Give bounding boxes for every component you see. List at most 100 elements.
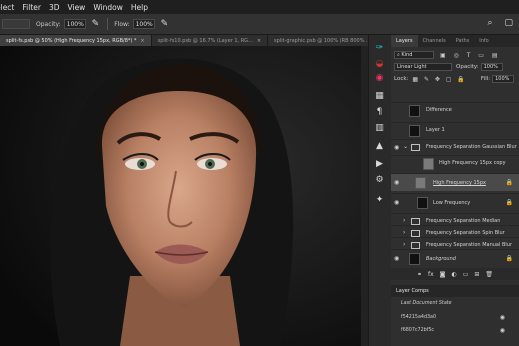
- menu-window[interactable]: Window: [93, 3, 123, 12]
- fx-icon[interactable]: fx: [428, 271, 434, 278]
- document-canvas[interactable]: [0, 46, 361, 346]
- fill-label: Fill:: [480, 76, 491, 82]
- folder-icon: [411, 218, 420, 225]
- menu-view[interactable]: View: [68, 3, 86, 12]
- layer-name: Layer 1: [426, 127, 445, 133]
- layer-fill-field[interactable]: 100%: [492, 75, 515, 83]
- lock-icon: 🔒: [505, 199, 513, 206]
- layer-comp-item[interactable]: f54215a4d3a0 ◉: [391, 312, 519, 324]
- mask-icon[interactable]: ◙: [440, 271, 446, 278]
- eye-icon[interactable]: ◉: [500, 327, 505, 334]
- layer-comp-name: f54215a4d3a0: [401, 315, 437, 320]
- trash-icon[interactable]: 🗑: [485, 271, 493, 278]
- layer-row-selected[interactable]: ◉ High Frequency 15px 🔒: [391, 173, 519, 191]
- chevron-down-icon[interactable]: ⌄: [403, 143, 408, 150]
- flow-field[interactable]: 100%: [132, 19, 155, 29]
- filter-kind-value: Kind: [401, 52, 413, 58]
- layer-row[interactable]: ◉ Low Frequency 🔒: [391, 193, 519, 211]
- layer-thumbnail: [409, 125, 420, 137]
- blend-row: Linear Light Opacity: 100%: [391, 61, 519, 73]
- tab-split-fs10[interactable]: split-fs10.psb @ 16.7% (Layer 1, RG... ×: [151, 35, 269, 46]
- filter-kind-select[interactable]: ⌕ Kind: [394, 51, 434, 59]
- adjustment-icon[interactable]: ◐: [451, 271, 456, 278]
- lock-icon: 🔒: [505, 255, 513, 262]
- folder-icon: [411, 242, 420, 249]
- brush-settings-icon[interactable]: ✑: [373, 43, 386, 54]
- layer-opacity-field[interactable]: 100%: [480, 63, 503, 71]
- folder-icon: [411, 144, 420, 151]
- tab-layers[interactable]: Layers: [391, 35, 418, 47]
- eye-icon[interactable]: ◉: [394, 144, 401, 151]
- lock-label: Lock:: [394, 76, 409, 82]
- tab-info[interactable]: Info: [474, 35, 493, 47]
- play-actions-icon[interactable]: ▶: [373, 159, 386, 170]
- swatches-icon[interactable]: ◉: [373, 73, 386, 84]
- filter-type-icons[interactable]: ▣ ◎ T ▭ ▤: [440, 52, 501, 59]
- panel-icon-strip: ✑ ◒ ◉ ▦ ¶ ▥ ▲ ▶ ⚙ ✦: [368, 35, 392, 346]
- eye-icon[interactable]: ◉: [394, 255, 401, 262]
- adjustments-icon[interactable]: ⚙: [373, 175, 386, 186]
- layer-row[interactable]: ◉ Background 🔒: [391, 249, 519, 267]
- workspace-icon[interactable]: ▢: [504, 18, 513, 28]
- eye-icon[interactable]: ◉: [394, 199, 401, 206]
- layer-comp-item[interactable]: Last Document State: [391, 298, 519, 310]
- layer-group-row[interactable]: ◉ ⌄ Frequency Separation Gaussian Blur: [391, 139, 519, 155]
- menu-filter[interactable]: Filter: [22, 3, 41, 12]
- menu-help[interactable]: Help: [131, 3, 148, 12]
- layer-thumbnail: [409, 105, 420, 117]
- history-icon[interactable]: ▲: [373, 141, 386, 152]
- lock-icons[interactable]: ▦ ✎ ✥ ▢ 🔒: [412, 76, 467, 83]
- layer-thumbnail: [423, 158, 434, 170]
- menu-select[interactable]: elect: [0, 3, 14, 12]
- pressure-opacity-icon[interactable]: ✎: [92, 19, 100, 29]
- paragraph-icon[interactable]: ✦: [373, 195, 386, 206]
- chevron-right-icon[interactable]: ›: [403, 229, 405, 236]
- close-icon[interactable]: ×: [257, 38, 261, 44]
- layer-actions-bar: ⚭ fx ◙ ◐ ▭ ⊞ 🗑: [391, 268, 519, 280]
- divider: [107, 18, 109, 30]
- airbrush-icon[interactable]: ✎: [161, 19, 169, 29]
- layer-name: High Frequency 15px: [433, 180, 486, 186]
- eye-icon[interactable]: ◉: [394, 179, 401, 186]
- link-icon[interactable]: ⚭: [417, 271, 422, 278]
- panel-tabs: Layers Channels Paths Info: [391, 35, 519, 47]
- color-wheel-icon[interactable]: ◒: [373, 59, 386, 70]
- new-group-icon[interactable]: ▭: [463, 271, 469, 278]
- search-icon[interactable]: ⌕: [487, 18, 492, 28]
- chevron-right-icon[interactable]: ›: [403, 241, 405, 248]
- lock-icon: 🔒: [505, 179, 513, 186]
- layer-name: Background: [426, 256, 456, 262]
- flow-label: Flow:: [114, 20, 130, 28]
- layer-name: High Frequency 15px copy: [439, 160, 506, 166]
- layer-name: Frequency Separation Median: [426, 218, 501, 224]
- eye-icon[interactable]: ◉: [500, 314, 505, 321]
- layer-row[interactable]: Layer 1: [391, 122, 519, 138]
- layer-comps-header: Layer Comps: [391, 285, 519, 297]
- notes-icon[interactable]: ▥: [373, 123, 386, 134]
- layer-comp-item[interactable]: f6807c72bf5c ◉: [391, 325, 519, 337]
- opacity-label: Opacity:: [456, 64, 479, 70]
- tab-label: split-graphic.psb @ 100% (RB 800% ...: [274, 37, 371, 44]
- layer-thumbnail: [415, 177, 426, 189]
- filter-row: ⌕ Kind ▣ ◎ T ▭ ▤: [391, 49, 519, 61]
- mode-dropdown[interactable]: [2, 19, 30, 29]
- layer-name: Difference: [426, 107, 452, 113]
- blend-mode-select[interactable]: Linear Light: [394, 63, 452, 71]
- tab-split-fs[interactable]: split-fs.psb @ 50% (High Frequency 15px,…: [0, 35, 152, 46]
- new-layer-icon[interactable]: ⊞: [474, 271, 479, 278]
- tab-paths[interactable]: Paths: [451, 35, 475, 47]
- close-icon[interactable]: ×: [140, 38, 144, 44]
- vertical-scrollbar[interactable]: [361, 46, 368, 346]
- character-icon[interactable]: ¶: [373, 107, 386, 118]
- layer-comps-title[interactable]: Layer Comps: [396, 288, 429, 294]
- folder-icon: [411, 230, 420, 237]
- menu-3d[interactable]: 3D: [49, 3, 60, 12]
- layer-row[interactable]: Difference: [391, 102, 519, 118]
- tab-channels[interactable]: Channels: [418, 35, 451, 47]
- chevron-right-icon[interactable]: ›: [403, 217, 405, 224]
- layer-row[interactable]: High Frequency 15px copy: [391, 155, 519, 171]
- layers-panel: Layers Channels Paths Info ⌕ Kind ▣ ◎ T …: [391, 35, 519, 346]
- tab-label: split-fs.psb @ 50% (High Frequency 15px,…: [6, 37, 137, 44]
- info-icon[interactable]: ▦: [373, 91, 386, 102]
- opacity-field[interactable]: 100%: [63, 19, 86, 29]
